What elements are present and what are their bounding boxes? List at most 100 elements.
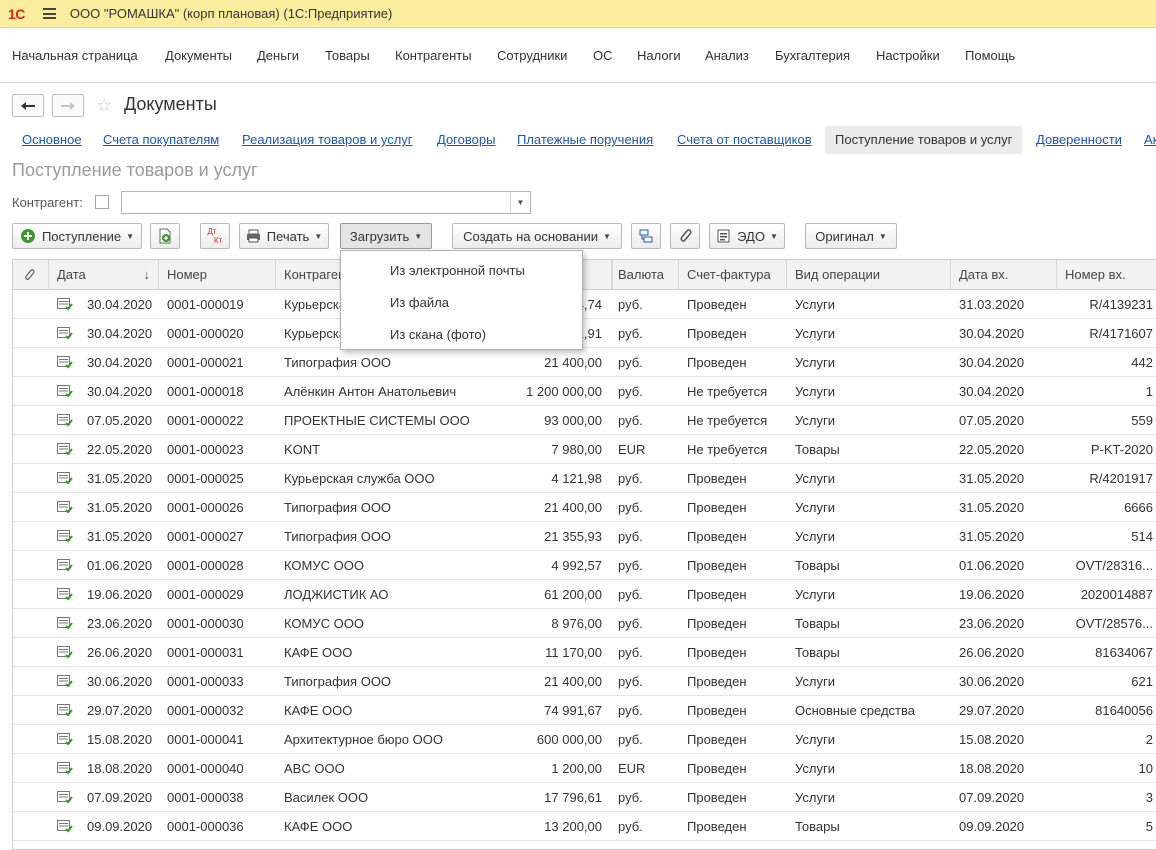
tab-supplier-invoices[interactable]: Счета от поставщиков [677, 132, 812, 147]
cell-counterparty: Архитектурное бюро ООО [284, 732, 443, 747]
menu-goods[interactable]: Товары [325, 48, 370, 63]
cell-number: 0001-000020 [167, 326, 244, 341]
edo-button[interactable]: ЭДО ▼ [709, 223, 785, 249]
posted-document-icon [57, 559, 73, 572]
table-row[interactable]: 15.08.2020 0001-000041 Архитектурное бюро … [13, 725, 1156, 754]
table-row[interactable]: 30.04.20200001-000019Курьерская служба О… [13, 290, 1156, 319]
menu-money[interactable]: Деньги [257, 48, 299, 63]
printer-icon [246, 229, 260, 243]
tab-customer-invoices[interactable]: Счета покупателям [103, 132, 219, 147]
cell-date: 09.09.2020 [87, 819, 153, 834]
table-row[interactable]: 18.08.2020 0001-000040 ABC ООО 1 200,00 EUR П… [13, 754, 1156, 783]
sort-arrow-icon: ↓ [143, 267, 151, 282]
app-title: ООО "РОМАШКА" (корп плановая) (1С:Предпр… [69, 6, 393, 21]
tab-sales[interactable]: Реализация товаров и услуг [242, 132, 413, 147]
load-from-file[interactable]: Из файла [390, 295, 449, 310]
column-header-invoice[interactable]: Счет-фактура [679, 260, 787, 290]
cell-sum: 74 991,67 [544, 703, 602, 718]
column-header-currency[interactable]: Валюта [610, 260, 679, 290]
cell-invoice: Проведен [687, 616, 747, 631]
posted-document-icon [57, 675, 73, 688]
tab-contracts[interactable]: Договоры [437, 132, 495, 147]
menu-employees[interactable]: Сотрудники [497, 48, 567, 63]
forward-button[interactable] [52, 94, 84, 117]
table-row[interactable]: 30.06.2020 0001-000033 Типография ООО 21 40… [13, 667, 1156, 696]
menu-fixed-assets[interactable]: ОС [593, 48, 613, 63]
cell-counterparty: ABC ООО [284, 761, 345, 776]
create-based-on-button[interactable]: Создать на основании ▼ [452, 223, 622, 249]
menu-home[interactable]: Начальная страница [12, 48, 138, 63]
cell-counterparty: Типография ООО [284, 355, 392, 370]
table-row[interactable]: 31.05.2020 0001-000027 Типография ООО 21 35… [13, 522, 1156, 551]
load-from-scan[interactable]: Из скана (фото) [390, 327, 486, 342]
chevron-down-icon: ▼ [414, 231, 423, 241]
cell-operation: Услуги [795, 471, 835, 486]
table-row[interactable]: 29.07.2020 0001-000032 КАФЕ ООО 74 991,67 ру… [13, 696, 1156, 725]
copy-document-button[interactable] [150, 223, 180, 249]
table-row[interactable]: 09.09.2020 0001-000036 КАФЕ ООО 13 200,00 ру… [13, 812, 1156, 841]
cell-currency: руб. [618, 616, 643, 631]
cell-number: 0001-000027 [167, 529, 244, 544]
cell-date: 30.04.2020 [87, 384, 153, 399]
cell-counterparty: Алёнкин Антон Анатольевич [284, 384, 457, 399]
table-row[interactable]: 30.04.20200001-000020Курьерская служба О… [13, 319, 1156, 348]
counterparty-filter-input[interactable]: ▼ [121, 191, 531, 214]
menu-help[interactable]: Помощь [965, 48, 1015, 63]
app-logo[interactable]: 1С [8, 6, 25, 22]
cell-counterparty: КАФЕ ООО [284, 645, 353, 660]
table-row[interactable]: 07.05.2020 0001-000022 ПРОЕКТНЫЕ СИСТЕМЫ О… [13, 406, 1156, 435]
cell-sum: 21 400,00 [544, 355, 602, 370]
menu-accounting[interactable]: Бухгалтерия [775, 48, 850, 63]
table-row[interactable]: 30.04.2020 0001-000018 Алёнкин Антон Анато… [13, 377, 1156, 406]
column-header-number[interactable]: Номер [159, 260, 276, 290]
column-header-in-number[interactable]: Номер вх. [1057, 260, 1156, 290]
print-button[interactable]: Печать ▼ [239, 223, 329, 249]
table-row[interactable]: 07.09.2020 0001-000038 Василек ООО 17 796,6… [13, 783, 1156, 812]
column-header-in-date[interactable]: Дата вх. [951, 260, 1057, 290]
attachment-column-header[interactable] [13, 260, 49, 290]
cell-number: 0001-000041 [167, 732, 244, 747]
table-row[interactable]: 31.05.2020 0001-000025 Курьерская служба О… [13, 464, 1156, 493]
chevron-down-icon: ▼ [769, 231, 778, 241]
load-button[interactable]: Загрузить ▼ [340, 223, 432, 249]
table-row[interactable]: 22.05.2020 0001-000023 KONT 7 980,00 EUR Не т… [13, 435, 1156, 464]
table-row[interactable]: 26.06.2020 0001-000031 КАФЕ ООО 11 170,00 ру… [13, 638, 1156, 667]
cell-counterparty: КАФЕ ООО [284, 819, 353, 834]
menu-counterparties[interactable]: Контрагенты [395, 48, 472, 63]
original-button[interactable]: Оригинал ▼ [805, 223, 897, 249]
tab-goods-receipt[interactable]: Поступление товаров и услуг [825, 126, 1023, 154]
load-from-email[interactable]: Из электронной почты [390, 263, 525, 278]
structure-button[interactable] [631, 223, 661, 249]
menu-settings[interactable]: Настройки [876, 48, 940, 63]
documents-table[interactable]: Дата ↓ Номер Контрагент Сумма Валюта Сче… [12, 259, 1156, 850]
tab-powers-of-attorney[interactable]: Доверенности [1036, 132, 1122, 147]
column-header-date[interactable]: Дата ↓ [49, 260, 159, 290]
main-menu-icon[interactable] [42, 8, 56, 19]
menu-analysis[interactable]: Анализ [705, 48, 749, 63]
cell-date: 07.09.2020 [87, 790, 153, 805]
table-row[interactable]: 31.05.2020 0001-000026 Типография ООО 21 40… [13, 493, 1156, 522]
table-row[interactable]: 01.06.2020 0001-000028 КОМУС ООО 4 992,57 ру… [13, 551, 1156, 580]
tab-more[interactable]: Ак [1144, 132, 1156, 147]
menu-taxes[interactable]: Налоги [637, 48, 681, 63]
cell-invoice: Проведен [687, 819, 747, 834]
tab-main[interactable]: Основное [22, 132, 82, 147]
dropdown-arrow-icon[interactable]: ▼ [510, 192, 530, 213]
table-row[interactable]: 23.06.2020 0001-000030 КОМУС ООО 8 976,00 ру… [13, 609, 1156, 638]
favorite-star-icon[interactable]: ☆ [96, 95, 112, 115]
table-row[interactable]: 30.04.2020 0001-000021 Типография ООО 21 40… [13, 348, 1156, 377]
attach-button[interactable] [670, 223, 700, 249]
counterparty-filter-checkbox[interactable] [95, 195, 109, 209]
back-button[interactable] [12, 94, 44, 117]
menu-documents[interactable]: Документы [165, 48, 232, 63]
cell-date: 30.06.2020 [87, 674, 153, 689]
cell-currency: EUR [618, 761, 646, 776]
receipt-create-button[interactable]: Поступление ▼ [12, 223, 142, 249]
cell-number: 0001-000019 [167, 297, 244, 312]
table-row[interactable]: 19.06.2020 0001-000029 ЛОДЖИСТИК АО 61 200,… [13, 580, 1156, 609]
dt-kt-button[interactable]: Дт Кт [200, 223, 230, 249]
cell-in-date: 18.08.2020 [959, 761, 1025, 776]
column-header-operation[interactable]: Вид операции [787, 260, 951, 290]
tab-payment-orders[interactable]: Платежные поручения [517, 132, 653, 147]
posted-document-icon [57, 646, 73, 659]
